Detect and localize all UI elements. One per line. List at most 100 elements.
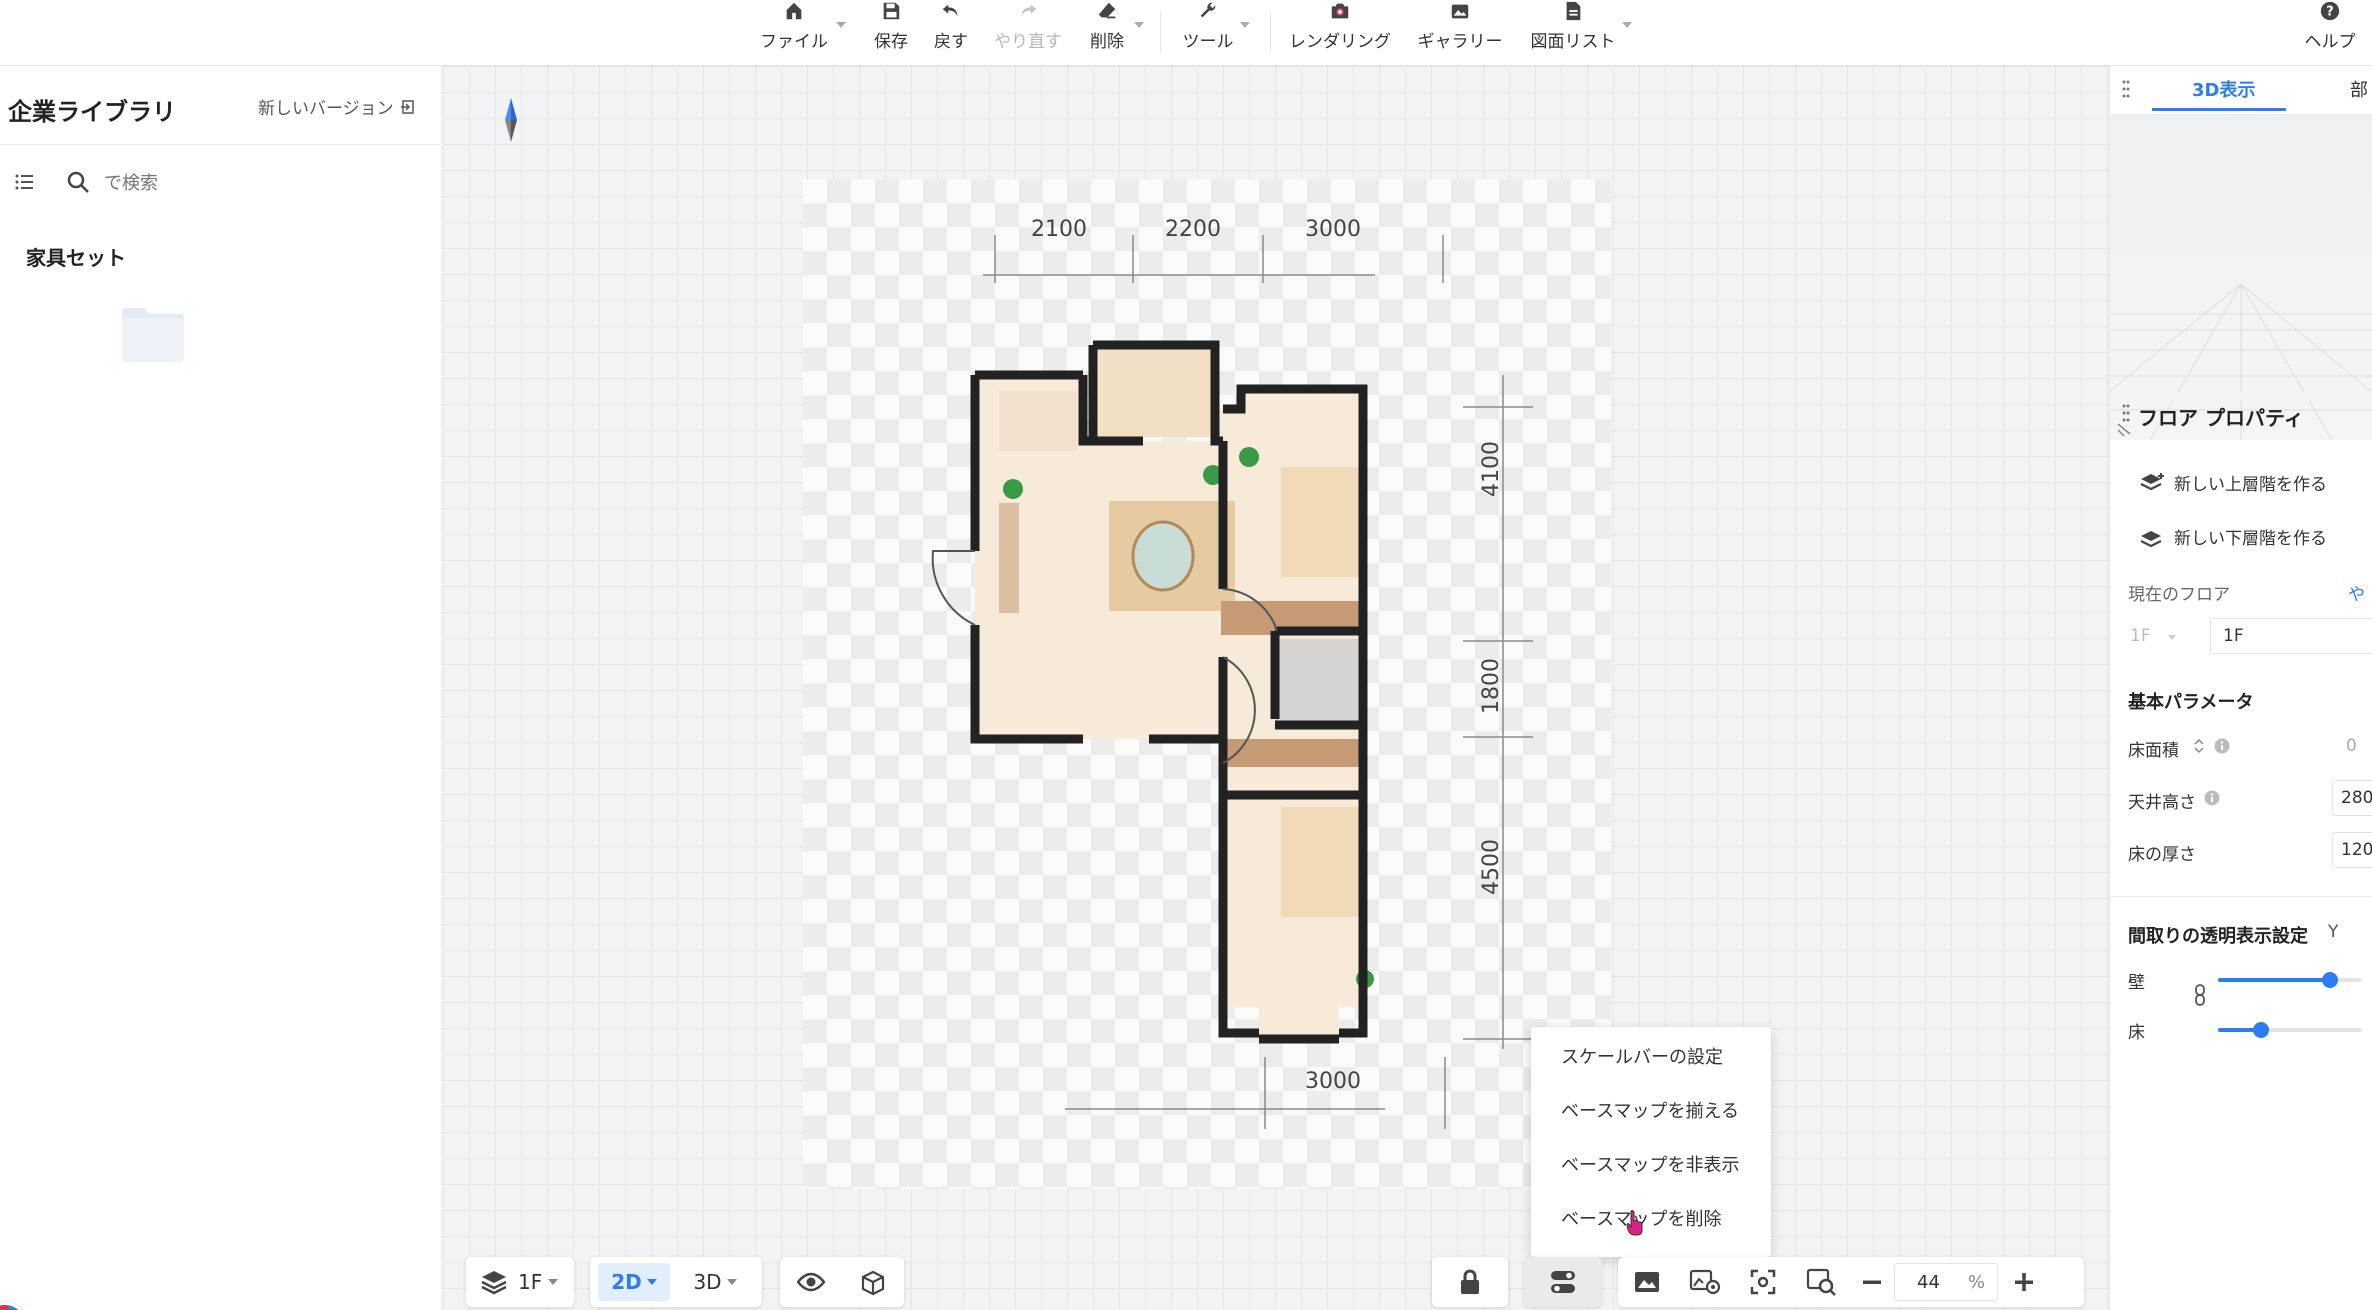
section-title: 家具セット [26,246,126,270]
focus-icon[interactable] [1734,1257,1792,1307]
zoom-out-icon[interactable] [1850,1257,1894,1307]
redo-icon [1021,4,1037,17]
zoom-in-icon[interactable] [1998,1257,2050,1307]
floor-opacity-label: 床 [2128,1023,2145,1043]
wrench-icon [1200,2,1216,18]
view-3d-button[interactable]: 3D [680,1257,750,1307]
tab-underline [2152,108,2286,111]
current-floor-label: 現在のフロア [2128,585,2230,605]
sort-icon[interactable] [2194,738,2204,758]
chevron-down-icon [548,1279,559,1285]
search-icon[interactable] [66,170,90,198]
toolbar-divider [1160,12,1161,52]
ceiling-height-input[interactable]: 280 [2332,780,2372,816]
right-panel: 3D表示 部 フロア プロパティ 新しい上層階を作る 新しい下層階を作る 現在の… [2109,66,2372,1310]
lock-panel [1432,1257,1508,1307]
transparency-suffix: Y [2328,922,2339,942]
chevron-down-icon [2168,635,2176,640]
floor-select[interactable]: 1F [2122,618,2186,654]
assistant-fab[interactable] [0,1302,28,1310]
dim-top-3: 3000 [1305,217,1361,242]
list-view-icon[interactable] [14,172,34,196]
zoom-fit-icon[interactable] [1792,1257,1850,1307]
chevron-down-icon[interactable] [1622,22,1632,28]
dim-right-2: 1800 [1479,658,1504,714]
gallery-button[interactable]: ギャラリー [1416,0,1504,64]
gallery-label: ギャラリー [1417,32,1503,52]
layers-icon [481,1271,507,1295]
cube-icon[interactable] [842,1257,904,1307]
info-icon[interactable] [2204,790,2220,810]
floor-select-value: 1F [2130,626,2151,646]
zoom-field[interactable]: 44 % [1894,1263,1998,1301]
drag-handle-icon[interactable] [2122,80,2130,102]
floor-thickness-input[interactable]: 120 [2332,832,2372,868]
design-canvas[interactable]: 2100 2200 3000 3000 4100 1800 4500 [443,66,2109,1310]
wall-label: 壁 [2128,973,2145,993]
undo-button[interactable]: 戻す [926,0,976,64]
base-map[interactable]: 2100 2200 3000 3000 4100 1800 4500 [803,179,1611,1189]
lock-icon[interactable] [1432,1257,1508,1307]
save-icon [883,2,900,20]
wall-slider-knob[interactable] [2322,972,2339,988]
floor-label: 1F [518,1270,543,1294]
layers-down-icon [2140,530,2162,547]
chevron-down-icon[interactable] [1134,22,1144,28]
undo-label: 戻す [934,32,968,52]
file-button[interactable]: ファイル [758,0,830,64]
floor-opacity-slider[interactable] [2218,1022,2362,1038]
menu-item-align-basemap[interactable]: ベースマップを揃える [1531,1089,1771,1143]
camera-icon [1331,3,1349,19]
dim-right-1: 4100 [1479,441,1504,497]
delete-label: 削除 [1090,32,1124,52]
dim-right-3: 4500 [1479,839,1504,895]
layers-up-icon [2140,472,2164,490]
floor-props-title: フロア プロパティ [2138,406,2304,430]
toggle-settings-icon[interactable] [1524,1257,1602,1307]
current-floor-link[interactable]: や [2348,580,2365,605]
image-settings-icon[interactable] [1676,1257,1734,1307]
drawing-list-label: 図面リスト [1530,32,1616,52]
search-input[interactable] [104,166,424,200]
wall-slider-fill [2218,978,2331,982]
redo-button[interactable]: やり直す [988,0,1068,64]
menu-item-delete-basemap[interactable]: ベースマップを削除 [1531,1197,1771,1251]
tab-other[interactable]: 部 [2350,76,2368,102]
info-icon[interactable] [2214,738,2230,758]
view-2d-button[interactable]: 2D [598,1263,670,1301]
floor-switcher[interactable]: 1F [466,1257,574,1307]
floor-slider-knob[interactable] [2253,1022,2270,1038]
compass-icon [503,98,519,146]
rendering-label: レンダリング [1289,32,1391,52]
tab-3d-view[interactable]: 3D表示 [2192,76,2255,102]
wall-opacity-slider[interactable] [2218,972,2362,988]
dim-top-1: 2100 [1031,217,1087,242]
floor-name-input[interactable]: 1F [2210,618,2372,654]
rendering-button[interactable]: レンダリング [1288,0,1392,64]
view-tools-panel: 44 % [1618,1257,2084,1307]
new-lower-floor-button[interactable]: 新しい下層階を作る [2140,524,2327,549]
view-mode-switcher: 2D 3D [590,1257,762,1307]
delete-button[interactable]: 削除 [1082,0,1132,64]
chevron-down-icon [726,1279,737,1285]
folder-icon[interactable] [120,306,186,362]
eye-icon[interactable] [780,1257,842,1307]
undo-icon [942,4,958,17]
new-upper-floor-button[interactable]: 新しい上層階を作る [2140,470,2327,495]
menu-item-scalebar[interactable]: スケールバーの設定 [1531,1035,1771,1089]
new-version-link[interactable]: 新しいバージョン [258,94,416,119]
help-button[interactable]: ? ヘルプ [2300,0,2360,64]
chevron-down-icon[interactable] [1240,22,1250,28]
chevron-down-icon[interactable] [836,22,846,28]
save-button[interactable]: 保存 [866,0,916,64]
menu-item-hide-basemap[interactable]: ベースマップを非表示 [1531,1143,1771,1197]
panel-gap [2110,392,2372,400]
view-2d-label: 2D [611,1270,642,1294]
drawing-list-button[interactable]: 図面リスト [1528,0,1618,64]
link-icon[interactable] [2194,984,2206,1010]
top-toolbar: ファイル 保存 戻す やり直す 削除 ツール レンダリング ギャラリー 図面リス… [0,0,2372,66]
drag-handle-icon[interactable] [2122,404,2130,426]
tools-button[interactable]: ツール [1180,0,1236,64]
image-icon[interactable] [1618,1257,1676,1307]
visibility-panel [780,1257,904,1307]
